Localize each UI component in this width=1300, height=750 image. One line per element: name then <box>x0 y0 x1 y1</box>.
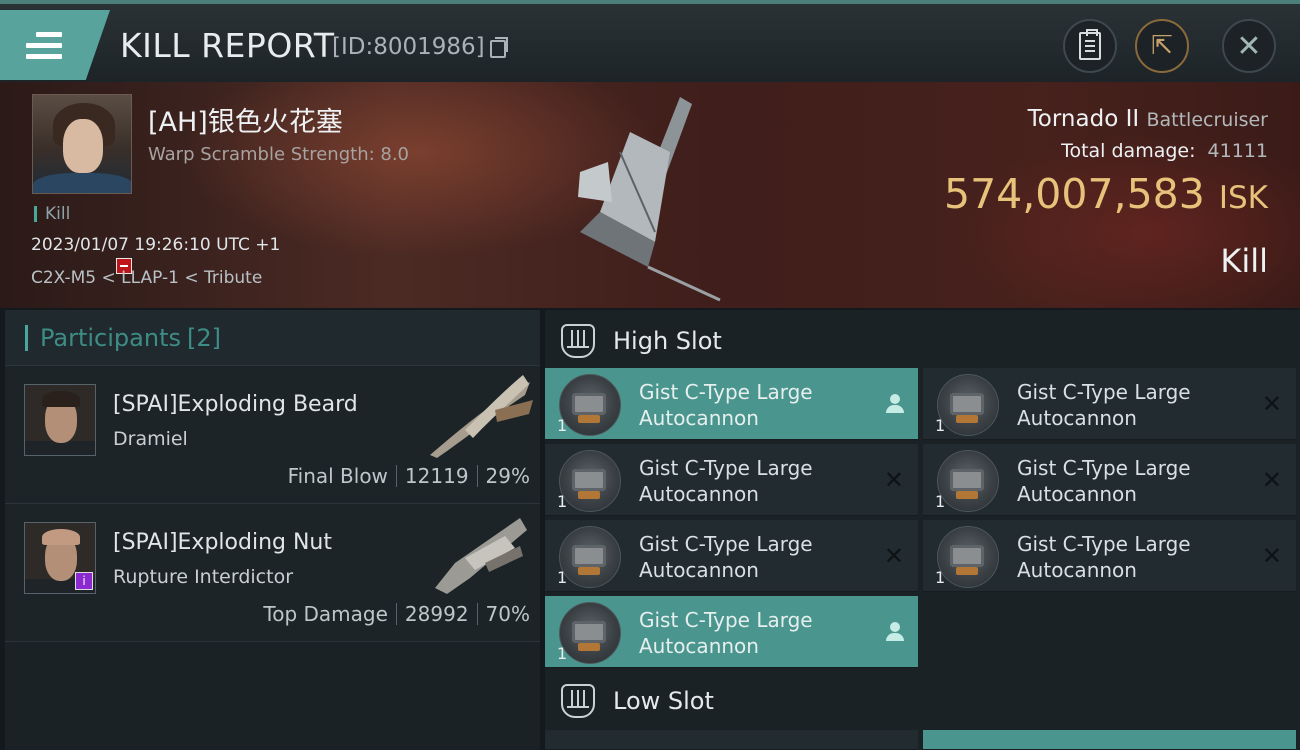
participant-row[interactable]: [SPAI]Exploding Beard Dramiel Final Blow… <box>5 366 540 504</box>
participant-damage: 12119 <box>404 464 469 488</box>
low-slot-title: Low Slot <box>613 687 714 715</box>
autocannon-icon <box>559 450 621 512</box>
ship-class: Battlecruiser <box>1146 109 1268 131</box>
autocannon-icon <box>559 374 621 436</box>
module-qty: 1 <box>935 416 946 435</box>
module-name: Gist C-Type Large Autocannon <box>639 608 813 658</box>
total-damage: Total damage: 41111 <box>1061 140 1268 162</box>
module-name: Gist C-Type Large Autocannon <box>639 380 813 430</box>
person-icon <box>886 622 904 642</box>
autocannon-icon <box>937 450 999 512</box>
high-slot-header: High Slot <box>545 312 1300 370</box>
participants-count: [2] <box>186 323 221 352</box>
module-item[interactable]: 1 Gist C-Type Large Autocannon ✕ <box>923 444 1296 516</box>
kill-location: C2X-M5 < LLAP-1 < Tribute <box>31 268 263 288</box>
module-name: Gist C-Type Large Autocannon <box>639 532 813 582</box>
module-item[interactable]: 1 Gist C-Type Large Autocannon ✕ <box>545 444 918 516</box>
person-icon <box>886 394 904 414</box>
title-bar: KILL REPORT [ID:8001986] ⇱ ✕ <box>0 0 1300 82</box>
destroyed-x-icon: ✕ <box>1261 390 1282 418</box>
module-name: Gist C-Type Large Autocannon <box>1017 456 1191 506</box>
module-qty: 1 <box>935 492 946 511</box>
kill-banner: [AH]银色火花塞 Warp Scramble Strength: 8.0 Ki… <box>0 82 1300 308</box>
module-name: Gist C-Type Large Autocannon <box>639 456 813 506</box>
module-item[interactable]: 1 Gist C-Type Large Autocannon <box>545 368 918 440</box>
isk-value: 574,007,583 <box>944 170 1205 218</box>
module-qty: 1 <box>557 416 568 435</box>
participant-damage: 28992 <box>404 602 469 626</box>
module-item[interactable]: 1 Gist C-Type Large Autocannon ✕ <box>923 368 1296 440</box>
participant-percent: 70% <box>485 602 530 626</box>
participant-name: [SPAI]Exploding Nut <box>113 530 332 555</box>
isk-unit: ISK <box>1218 180 1268 216</box>
module-item[interactable]: 1 Gist C-Type Large Autocannon ✕ <box>545 520 918 592</box>
participant-stats: Top Damage 28992 70% <box>263 602 530 626</box>
victim-avatar[interactable] <box>32 94 132 194</box>
module-name: Gist C-Type Large Autocannon <box>1017 532 1191 582</box>
victim-ship-image <box>578 97 721 302</box>
kill-datetime: 2023/01/07 19:26:10 UTC +1 <box>31 235 281 255</box>
module-qty: 1 <box>557 568 568 587</box>
participant-ship-image <box>430 375 533 458</box>
corp-badge-icon: i <box>75 572 93 590</box>
autocannon-icon <box>937 526 999 588</box>
module-item[interactable]: 1 Gist C-Type Large Autocannon ✕ <box>923 520 1296 592</box>
menu-button[interactable] <box>0 10 110 80</box>
destroyed-x-icon: ✕ <box>883 542 904 570</box>
module-item[interactable]: 1 Gist C-Type Large Autocannon <box>545 596 918 668</box>
participant-percent: 29% <box>485 464 530 488</box>
high-slot-icon <box>561 324 595 358</box>
close-button[interactable]: ✕ <box>1222 19 1276 73</box>
module-name: Gist C-Type Large Autocannon <box>1017 380 1191 430</box>
warp-scramble-strength: Warp Scramble Strength: 8.0 <box>148 144 410 165</box>
module-qty: 1 <box>557 644 568 663</box>
participant-ship: Rupture Interdictor <box>113 566 293 588</box>
participant-ship: Dramiel <box>113 428 188 450</box>
ship-name: Tornado II <box>1027 106 1140 132</box>
hamburger-icon <box>26 32 62 60</box>
participants-panel: Participants [2] [SPAI]Exploding Beard D… <box>5 310 540 750</box>
module-item[interactable] <box>923 730 1296 750</box>
close-icon: ✕ <box>1236 28 1262 64</box>
participant-name: [SPAI]Exploding Beard <box>113 392 358 417</box>
participant-row[interactable]: i [SPAI]Exploding Nut Rupture Interdicto… <box>5 504 540 642</box>
report-id: [ID:8001986] <box>332 34 485 60</box>
participants-header: Participants [2] <box>5 310 540 366</box>
clipboard-icon <box>1079 29 1101 60</box>
share-icon: ⇱ <box>1151 31 1173 61</box>
destroyed-x-icon: ✕ <box>1261 542 1282 570</box>
participants-label: Participants <box>40 323 181 352</box>
low-slot-icon <box>561 684 595 718</box>
result-tag: Kill <box>34 206 70 223</box>
fitting-panel: High Slot 1 Gist C-Type Large Autocannon… <box>545 310 1300 750</box>
module-qty: 1 <box>935 568 946 587</box>
participant-ship-image <box>435 518 527 594</box>
participant-role: Top Damage <box>263 602 388 626</box>
participant-stats: Final Blow 12119 29% <box>288 464 530 488</box>
autocannon-icon <box>559 526 621 588</box>
isk-value-line: 574,007,583 ISK <box>944 170 1268 218</box>
page-title: KILL REPORT <box>120 26 335 65</box>
total-damage-value: 41111 <box>1207 140 1268 162</box>
total-damage-label: Total damage: <box>1061 140 1196 162</box>
high-slot-title: High Slot <box>613 327 722 355</box>
participant-role: Final Blow <box>287 464 388 488</box>
ship-name-line[interactable]: Tornado II Battlecruiser <box>1028 106 1268 132</box>
kill-outcome: Kill <box>1220 242 1268 280</box>
copy-icon[interactable] <box>490 37 508 58</box>
share-button[interactable]: ⇱ <box>1135 19 1189 73</box>
autocannon-icon <box>937 374 999 436</box>
module-qty: 1 <box>557 492 568 511</box>
autocannon-icon <box>559 602 621 664</box>
participant-avatar[interactable] <box>24 384 96 456</box>
destroyed-x-icon: ✕ <box>1261 466 1282 494</box>
destroyed-x-icon: ✕ <box>883 466 904 494</box>
victim-name[interactable]: [AH]银色火花塞 <box>148 100 343 139</box>
clipboard-button[interactable] <box>1063 19 1117 73</box>
module-item[interactable] <box>545 730 918 750</box>
low-slot-header: Low Slot <box>545 672 1300 730</box>
